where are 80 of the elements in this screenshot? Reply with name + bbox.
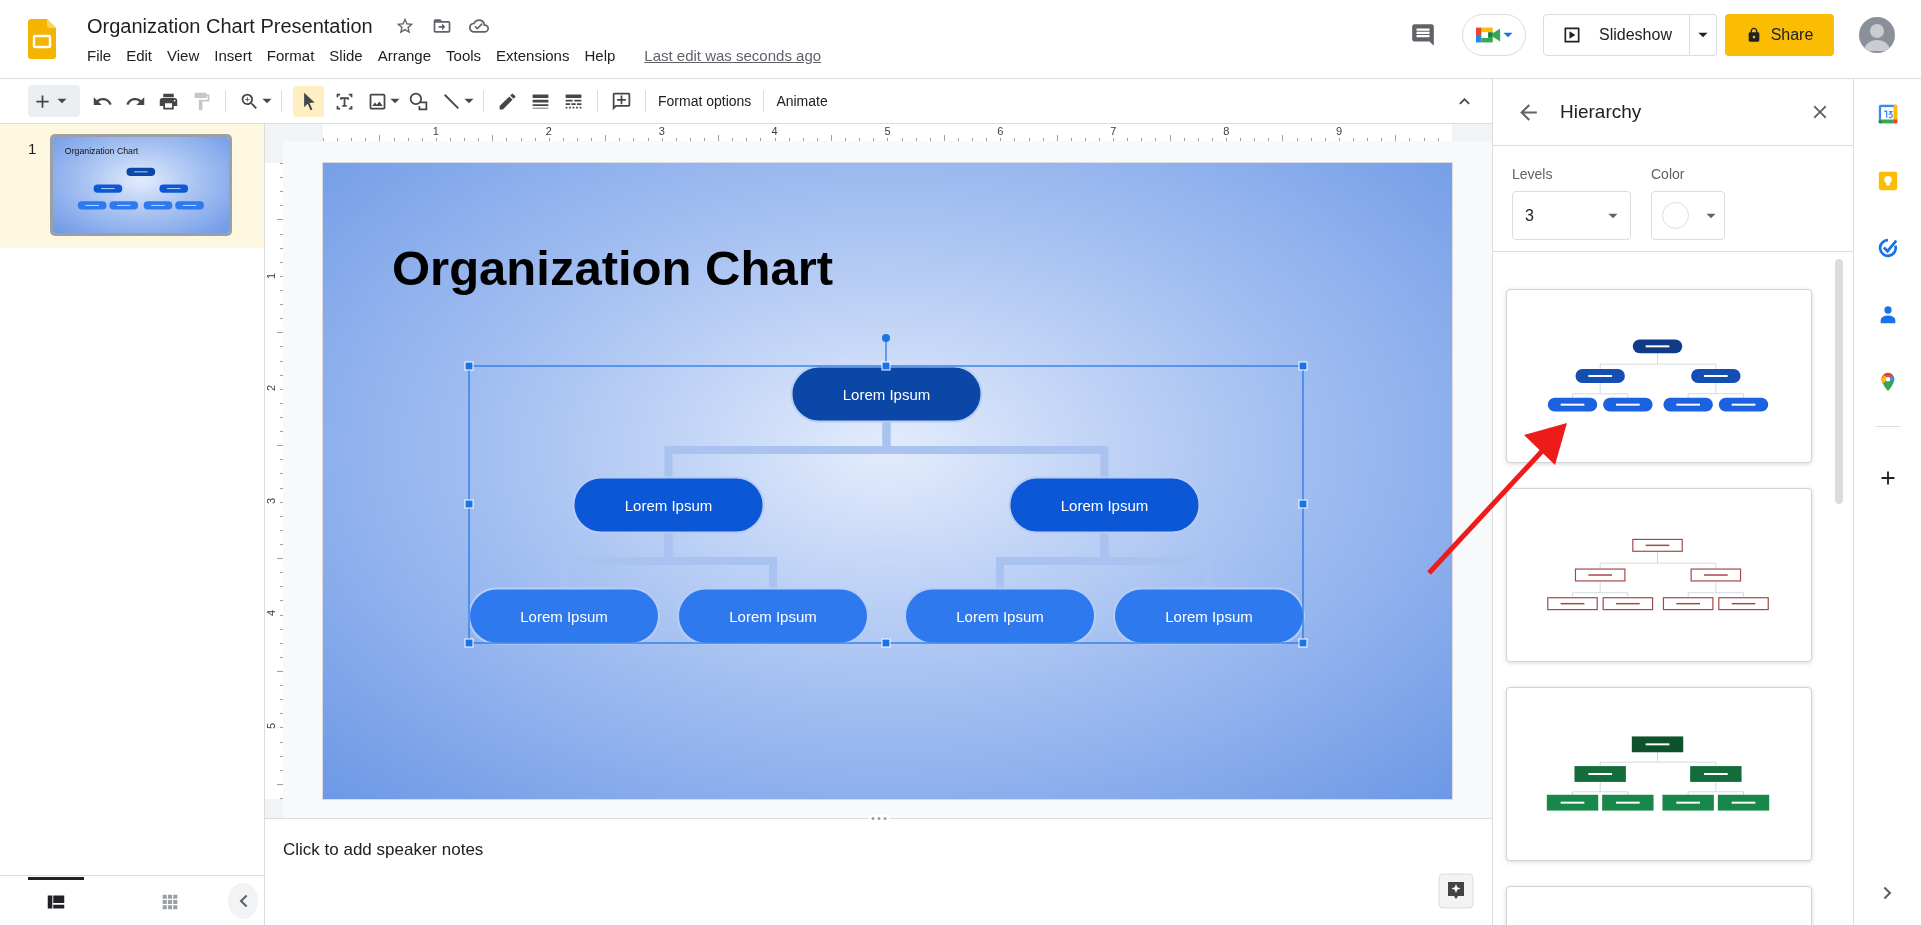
ruler-number: 3 — [658, 125, 665, 138]
ruler-number: 2 — [265, 384, 277, 392]
menu-item[interactable]: Insert — [214, 47, 252, 64]
slide[interactable]: Organization Chart Lorem Ipsum Lorem Ipsum Lorem Ipsum Lorem Ipsum Lorem Ipsum Lorem Ipsum Lorem Ipsum — [323, 163, 1452, 799]
ruler-number: 4 — [265, 609, 277, 617]
ruler-number: 4 — [771, 125, 778, 138]
menu-item[interactable]: Help — [584, 47, 616, 64]
caret-icon — [1706, 212, 1716, 219]
menu-item[interactable]: View — [167, 47, 200, 64]
avatar[interactable] — [1859, 17, 1895, 53]
org-chart-node[interactable]: Lorem Ipsum — [1113, 587, 1305, 645]
ruler-number: 5 — [265, 722, 277, 729]
meet-button[interactable] — [1462, 14, 1526, 56]
animate-button[interactable]: Animate — [771, 93, 833, 109]
document-title[interactable]: Organization Chart Presentation — [87, 14, 373, 38]
ruler-number: 9 — [1336, 125, 1343, 138]
menu-item[interactable]: Arrange — [377, 47, 432, 64]
caret-icon[interactable] — [464, 98, 474, 104]
comment-icon[interactable] — [1410, 22, 1436, 48]
caret-icon — [1698, 32, 1708, 38]
ruler-number: 7 — [1110, 125, 1117, 138]
menu-item[interactable]: Format — [266, 47, 315, 64]
caret-icon — [57, 98, 67, 104]
color-dropdown[interactable] — [1651, 191, 1725, 240]
levels-dropdown[interactable]: 3 — [1512, 191, 1631, 240]
menu-item[interactable]: Slide — [329, 47, 363, 64]
panel-title: Hierarchy — [1560, 101, 1642, 123]
color-label: Color — [1651, 166, 1686, 182]
thumbnail-title: Organization Chart — [64, 145, 139, 156]
calendar-icon[interactable] — [1876, 103, 1899, 125]
speaker-notes-field[interactable]: Click to add speaker notes — [283, 840, 484, 860]
resize-handle[interactable] — [868, 815, 889, 822]
slideshow-button[interactable]: Slideshow — [1543, 14, 1690, 56]
caret-icon[interactable] — [262, 98, 272, 104]
slide-number: 1 — [28, 140, 38, 159]
slide-title[interactable]: Organization Chart — [392, 241, 834, 295]
play-icon — [1562, 25, 1582, 45]
org-chart-node[interactable]: Lorem Ipsum — [904, 587, 1096, 645]
org-chart-node[interactable]: Lorem Ipsum — [1008, 476, 1201, 534]
format-options-button[interactable]: Format options — [653, 93, 757, 109]
ruler-number: 8 — [1223, 125, 1230, 138]
cloud-check-icon[interactable] — [468, 16, 489, 36]
share-button[interactable]: Share — [1725, 14, 1834, 56]
color-swatch — [1662, 202, 1689, 229]
caret-icon[interactable] — [390, 98, 400, 104]
slide-thumbnail[interactable]: Organization Chart — [50, 134, 232, 236]
shape-icon[interactable] — [408, 90, 429, 112]
org-chart-node[interactable]: Lorem Ipsum — [790, 365, 983, 423]
org-chart-node[interactable]: Lorem Ipsum — [677, 587, 869, 645]
chevron-left-icon — [238, 893, 248, 908]
ruler-number: 5 — [884, 125, 891, 138]
chevron-right-icon[interactable] — [1883, 886, 1892, 900]
new-slide-button[interactable] — [28, 85, 80, 117]
tool-button[interactable] — [293, 85, 324, 117]
ruler-number: 2 — [545, 125, 552, 138]
ruler-number: 1 — [265, 272, 277, 279]
template-card[interactable] — [1506, 289, 1812, 463]
sparkle-button-icon[interactable] — [1438, 873, 1474, 909]
template-card[interactable] — [1506, 687, 1812, 861]
video-camera-icon — [1475, 25, 1502, 45]
selection-frame[interactable] — [464, 334, 1308, 648]
last-edit-link[interactable]: Last edit was seconds ago — [644, 47, 822, 64]
slide-row[interactable]: 1 Organization Chart — [0, 124, 264, 248]
org-chart-node[interactable]: Lorem Ipsum — [572, 476, 765, 534]
check-circle-icon[interactable] — [1876, 237, 1899, 259]
menu-item[interactable]: File — [87, 47, 112, 64]
ruler-number: 1 — [432, 125, 439, 138]
caret-icon — [1502, 32, 1513, 38]
ruler-number: 3 — [265, 497, 277, 504]
caret-icon — [1608, 212, 1618, 219]
menu-item[interactable]: Edit — [126, 47, 153, 64]
levels-label: Levels — [1512, 166, 1554, 182]
ruler-number: 6 — [997, 125, 1004, 138]
collapse-button[interactable] — [228, 882, 258, 919]
scrollbar[interactable] — [1835, 259, 1843, 504]
move-folder-icon[interactable] — [431, 16, 452, 36]
org-chart-node[interactable]: Lorem Ipsum — [468, 587, 660, 645]
add-comment-icon[interactable] — [611, 90, 632, 112]
menu-item[interactable]: Tools — [446, 47, 482, 64]
menu-item[interactable]: Extensions — [496, 47, 570, 64]
